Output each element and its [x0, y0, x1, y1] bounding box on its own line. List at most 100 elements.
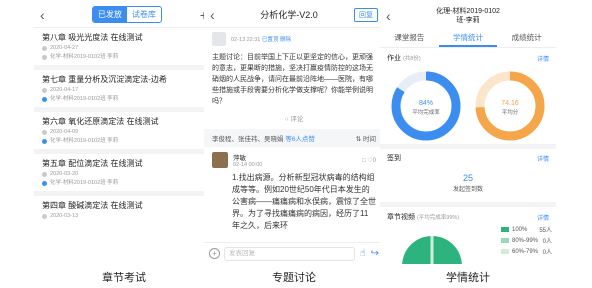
- add-attachment-icon[interactable]: +: [209, 248, 220, 259]
- likes-more[interactable]: 等6人点赞: [285, 136, 315, 143]
- author-row: 02-13 22:31 已置顶 删除: [204, 28, 384, 50]
- status-dot: [42, 97, 47, 102]
- exam-title: 第五章 配位滴定法 在线测试: [42, 159, 143, 168]
- caption-chapter-exam: 章节考试: [102, 272, 146, 284]
- comment-icon[interactable]: □: [362, 158, 366, 164]
- exam-title: 第八章 吸光光度法 在线测试: [42, 33, 143, 42]
- exam-date: 2020-04-27: [42, 44, 206, 53]
- segment-control: 已发放 试卷库: [91, 6, 162, 23]
- checkin-label: 签到: [387, 155, 401, 162]
- chapter-video-header: 章节视频 (平均完成率99%) 详情: [380, 207, 556, 224]
- chapter-video-label: 章节视频: [387, 214, 415, 221]
- homework-header: 作业 (共8份) 详情: [380, 48, 556, 65]
- checkin-header: 签到 详情: [380, 149, 556, 165]
- chapter-video-chart: 100% 55人 80%-99% 0人 60%-79% 0人: [380, 224, 556, 264]
- exam-title: 第六章 氧化还原滴定法 在线测试: [42, 117, 159, 126]
- completion-donut: 84% 平均完成率: [391, 71, 461, 141]
- avatar: [212, 152, 228, 168]
- donut-value: 84%: [419, 100, 433, 107]
- video-pie: [402, 236, 462, 264]
- topic-text: 主题讨论：目前举国上下正以更坚定的信心，更顽强的意志，更果断的措施，坚决打赢疫情…: [212, 54, 373, 105]
- header: ‹ 分析化学-V2.0 回复: [204, 2, 384, 28]
- page-title: 化理-材料2019-0102 班-李莉: [436, 8, 500, 24]
- checkin-count: 25: [462, 173, 473, 183]
- share-icon[interactable]: ↪: [371, 248, 379, 259]
- comment-button[interactable]: ○ 评论: [204, 111, 384, 129]
- reply-text: 1.找出病源。分析新型冠状病毒的结构组成等等。例如20世纪50年代日本发生的公害…: [232, 173, 376, 230]
- exam-item[interactable]: 第四章 酸碱滴定法 在线测试 › 2020-03-13: [34, 196, 214, 224]
- exam-title: 第四章 酸碱滴定法 在线测试: [42, 201, 143, 210]
- thumbs-up-icon[interactable]: ☝: [360, 248, 366, 259]
- status-dot: [42, 181, 47, 186]
- reply-button[interactable]: 回复: [354, 7, 378, 22]
- legend-item: 100% 55人: [501, 224, 552, 235]
- exam-date: 2020-03-20: [42, 170, 206, 179]
- exam-info: 化学-材料2019-0102班 李莉: [42, 53, 206, 62]
- exam-info: 化学-材料2019-0102班 李莉: [42, 95, 206, 104]
- avatar: [212, 32, 226, 46]
- sort-by-time[interactable]: ⇅ 时间: [356, 133, 376, 143]
- status-dot: [42, 55, 47, 60]
- tab-grade-stats[interactable]: 成绩统计: [497, 30, 556, 47]
- status-dot: [42, 130, 47, 135]
- reply-input[interactable]: 发表回复: [224, 246, 355, 261]
- exam-item[interactable]: 第六章 氧化还原滴定法 在线测试 › 2020-04-09 化学-材料2019-…: [34, 112, 214, 154]
- reply-time: 02-14 00:00: [233, 162, 263, 168]
- post-meta: 02-13 22:31 已置顶 删除: [231, 37, 291, 43]
- homework-count: (共8份): [402, 56, 421, 62]
- header: ‹ 已发放 试卷库 +: [34, 2, 214, 28]
- homework-detail-link[interactable]: 详情: [537, 54, 549, 63]
- reply-author: 萍敏: [233, 155, 246, 162]
- back-icon[interactable]: ‹: [386, 8, 400, 24]
- legend-item: 60%-79% 0人: [501, 246, 552, 257]
- donut-label: 平均分: [502, 108, 519, 116]
- exam-date: 2020-04-09: [42, 128, 206, 137]
- exam-info: 化学-材料2019-0102班 李莉: [42, 179, 206, 188]
- tab-bar: 课堂报告 学情统计 成绩统计: [380, 30, 556, 48]
- video-legend: 100% 55人 80%-99% 0人 60%-79% 0人: [501, 224, 552, 257]
- reply-header: 萍敏 02-14 00:00 □ ♡0: [204, 147, 384, 170]
- chapter-detail-link[interactable]: 详情: [537, 213, 549, 222]
- chapter-video-rate: (平均完成率99%): [416, 215, 460, 221]
- homework-donuts: 84% 平均完成率 74.16 平均分: [380, 65, 556, 149]
- tab-class-report[interactable]: 课堂报告: [380, 30, 439, 47]
- exam-item[interactable]: 第七章 重量分析及沉淀滴定法-边希 › 2020-04-17 化学-材料2019…: [34, 70, 214, 112]
- exam-item[interactable]: 第五章 配位滴定法 在线测试 › 2020-03-20 化学-材料2019-01…: [34, 154, 214, 196]
- page-title: 分析化学-V2.0: [260, 10, 318, 20]
- legend-item: 80%-99% 0人: [501, 235, 552, 246]
- checkin-text: 发起签到数: [452, 187, 483, 193]
- legend-swatch: [501, 238, 509, 243]
- pie-slice: [430, 236, 434, 264]
- tab-exam-bank[interactable]: 试卷库: [127, 7, 161, 22]
- checkin-detail-link[interactable]: 详情: [537, 154, 549, 163]
- pinned-tag[interactable]: 已置顶: [262, 37, 279, 43]
- status-dot: [42, 139, 47, 144]
- delete-link[interactable]: 删除: [280, 37, 291, 43]
- topic-discussion-screen: ‹ 分析化学-V2.0 回复 02-13 22:31 已置顶 删除 主题讨论：目…: [204, 2, 384, 264]
- caption-topic-discussion: 专题讨论: [272, 272, 316, 284]
- legend-swatch: [501, 227, 509, 232]
- caption-learning-stats: 学情统计: [446, 272, 490, 284]
- status-dot: [42, 172, 47, 177]
- back-icon[interactable]: ‹: [40, 7, 54, 23]
- learning-stats-screen: ‹ 化理-材料2019-0102 班-李莉 课堂报告 学情统计 成绩统计 作业 …: [380, 2, 556, 264]
- like-icon[interactable]: ♡0: [367, 158, 376, 164]
- likes-row: 李俊程、张佳祎、吴晓娟 等6人点赞 ⇅ 时间: [204, 129, 384, 147]
- exam-item[interactable]: 第八章 吸光光度法 在线测试 › 2020-04-27 化学-材料2019-01…: [34, 28, 214, 70]
- exam-info: 化学-材料2019-0102班 李莉: [42, 137, 206, 146]
- likers: 李俊程、张佳祎、吴晓娟: [212, 136, 284, 143]
- header: ‹ 化理-材料2019-0102 班-李莉: [380, 2, 556, 30]
- donut-label: 平均完成率: [412, 108, 440, 116]
- average-score-donut: 74.16 平均分: [475, 71, 545, 141]
- tab-issued[interactable]: 已发放: [92, 7, 127, 22]
- status-dot: [42, 46, 47, 51]
- chapter-exam-screen: ‹ 已发放 试卷库 + 第八章 吸光光度法 在线测试 › 2020-04-27 …: [34, 2, 214, 264]
- checkin-section: 签到 详情 25 发起签到数: [380, 149, 556, 207]
- exam-title: 第七章 重量分析及沉淀滴定法-边希: [42, 75, 167, 84]
- exam-date: 2020-03-13: [42, 212, 206, 221]
- tab-learning-stats[interactable]: 学情统计: [438, 30, 498, 47]
- legend-swatch: [501, 249, 509, 254]
- status-dot: [42, 214, 47, 219]
- back-icon[interactable]: ‹: [210, 7, 224, 23]
- reply-actions: □ ♡0: [362, 157, 376, 164]
